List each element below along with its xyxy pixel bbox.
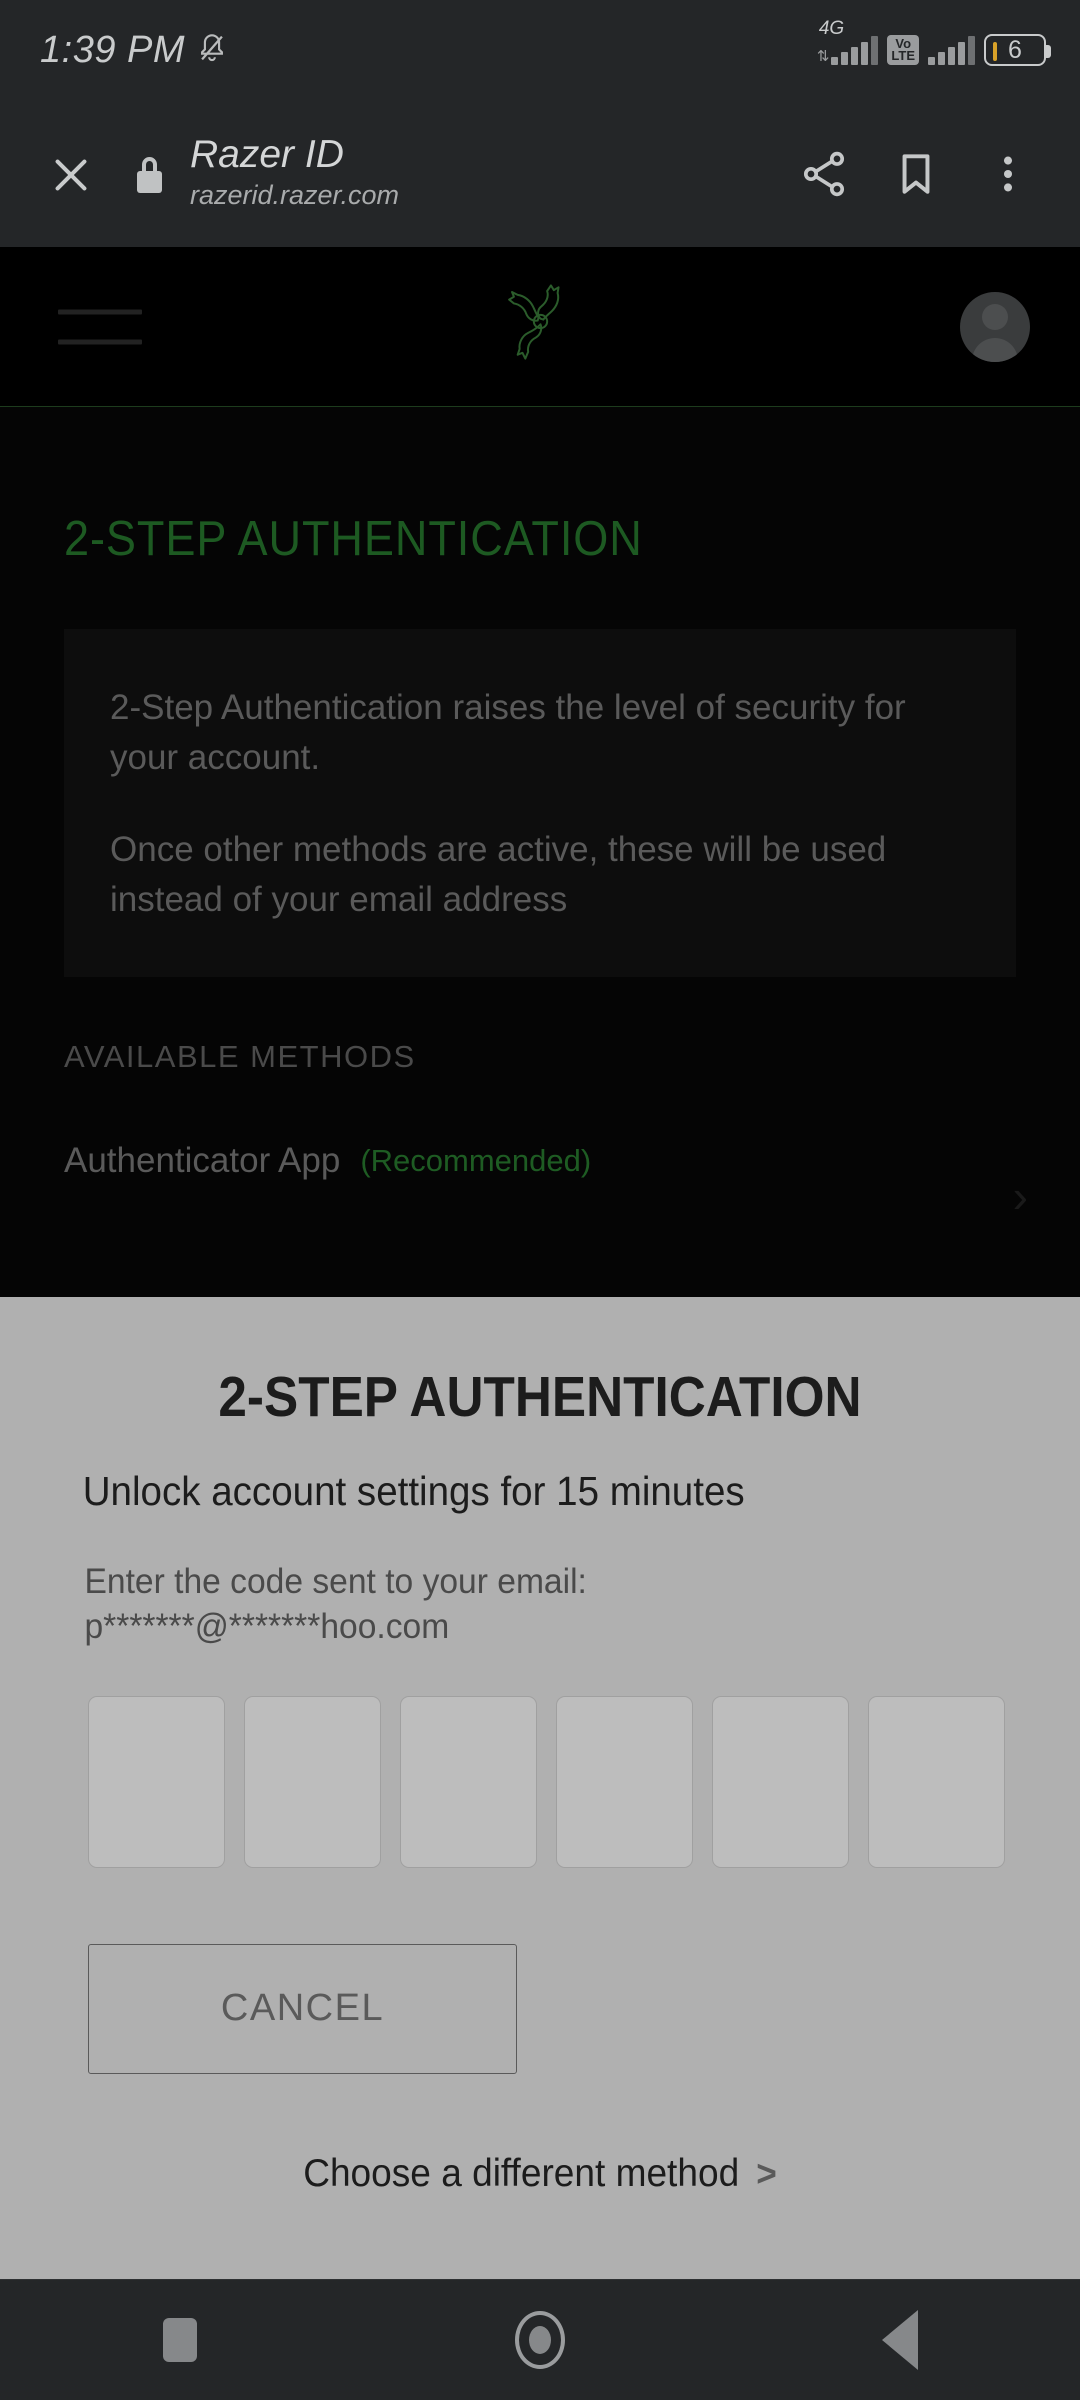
info-paragraph-2: Once other methods are active, these wil…: [110, 830, 887, 920]
choose-different-method-label: Choose a different method: [303, 2151, 740, 2195]
back-button[interactable]: [825, 2280, 975, 2400]
volte-badge: Vo LTE: [887, 35, 919, 65]
close-icon[interactable]: [34, 137, 108, 211]
android-navigation-bar: [0, 2279, 1080, 2400]
info-card: 2-Step Authentication raises the level o…: [64, 629, 1016, 978]
toolbar-actions: [778, 128, 1054, 220]
page-title: Razer ID: [190, 133, 344, 177]
otp-digit-3[interactable]: [400, 1695, 537, 1868]
triangle-back-icon: [882, 2310, 918, 2370]
available-methods-label: AVAILABLE METHODS: [64, 1039, 416, 1075]
method-name: Authenticator App: [64, 1141, 341, 1181]
page-heading: 2-STEP AUTHENTICATION: [64, 512, 643, 566]
square-recents-icon: [163, 2318, 197, 2362]
web-page-content: 2-STEP AUTHENTICATION 2-Step Authenticat…: [0, 247, 1080, 1297]
home-button[interactable]: [465, 2280, 615, 2400]
otp-digit-1[interactable]: [88, 1695, 225, 1868]
otp-digit-4[interactable]: [556, 1695, 693, 1868]
sheet-title: 2-STEP AUTHENTICATION: [218, 1365, 862, 1429]
circle-home-icon: [515, 2311, 565, 2369]
method-recommended-badge: (Recommended): [360, 1143, 592, 1179]
phone-screen: 1:39 PM 4G ⇅ Vo LTE 6 Razer ID razerid.r…: [0, 0, 1080, 2400]
otp-digit-6[interactable]: [868, 1695, 1005, 1868]
two-step-auth-bottom-sheet: 2-STEP AUTHENTICATION Unlock account set…: [0, 1297, 1080, 2279]
otp-digit-2[interactable]: [244, 1695, 381, 1868]
info-paragraph-1: 2-Step Authentication raises the level o…: [110, 688, 906, 778]
otp-digit-5[interactable]: [712, 1695, 849, 1868]
bookmark-icon[interactable]: [870, 128, 962, 220]
masked-email: p*******@*******hoo.com: [84, 1606, 450, 1646]
chevron-right-icon: ›: [1012, 1170, 1028, 1223]
page-url: razerid.razer.com: [190, 179, 400, 210]
page-body: 2-STEP AUTHENTICATION 2-Step Authenticat…: [0, 407, 1080, 1297]
site-header: [0, 247, 1080, 407]
cancel-button[interactable]: CANCEL: [88, 1943, 517, 2074]
signal-4g-icon: 4G ⇅: [817, 18, 879, 65]
user-avatar-icon[interactable]: [960, 291, 1030, 362]
toolbar-url-area[interactable]: Razer ID razerid.razer.com: [190, 134, 778, 212]
sheet-subtitle: Unlock account settings for 15 minutes: [82, 1468, 745, 1514]
share-icon[interactable]: [778, 128, 870, 220]
signal-sim2-icon: [928, 35, 975, 65]
status-bar-left: 1:39 PM: [40, 29, 229, 72]
razer-snake-logo: [493, 274, 588, 379]
sheet-instruction: Enter the code sent to your email: p****…: [0, 1560, 1037, 1650]
more-vertical-icon[interactable]: [962, 128, 1054, 220]
chevron-right-icon: >: [756, 2152, 777, 2194]
hamburger-menu-icon[interactable]: [58, 309, 142, 344]
status-clock: 1:39 PM: [40, 28, 186, 71]
choose-different-method-link[interactable]: Choose a different method >: [27, 2152, 1053, 2196]
lock-icon[interactable]: [134, 155, 164, 193]
method-row-authenticator-app[interactable]: Authenticator App (Recommended) ›: [64, 1141, 1028, 1219]
status-bar-right: 4G ⇅ Vo LTE 6: [817, 18, 1051, 66]
instruction-line-1: Enter the code sent to your email:: [84, 1562, 587, 1601]
recents-button[interactable]: [105, 2280, 255, 2400]
battery-indicator: 6: [984, 34, 1051, 66]
browser-toolbar: Razer ID razerid.razer.com: [0, 100, 1080, 247]
cancel-button-wrap: CANCEL: [0, 1943, 1080, 2074]
status-bar: 1:39 PM 4G ⇅ Vo LTE 6: [0, 0, 1080, 100]
bell-muted-icon: [195, 31, 229, 70]
otp-input-group: [0, 1695, 1080, 1868]
